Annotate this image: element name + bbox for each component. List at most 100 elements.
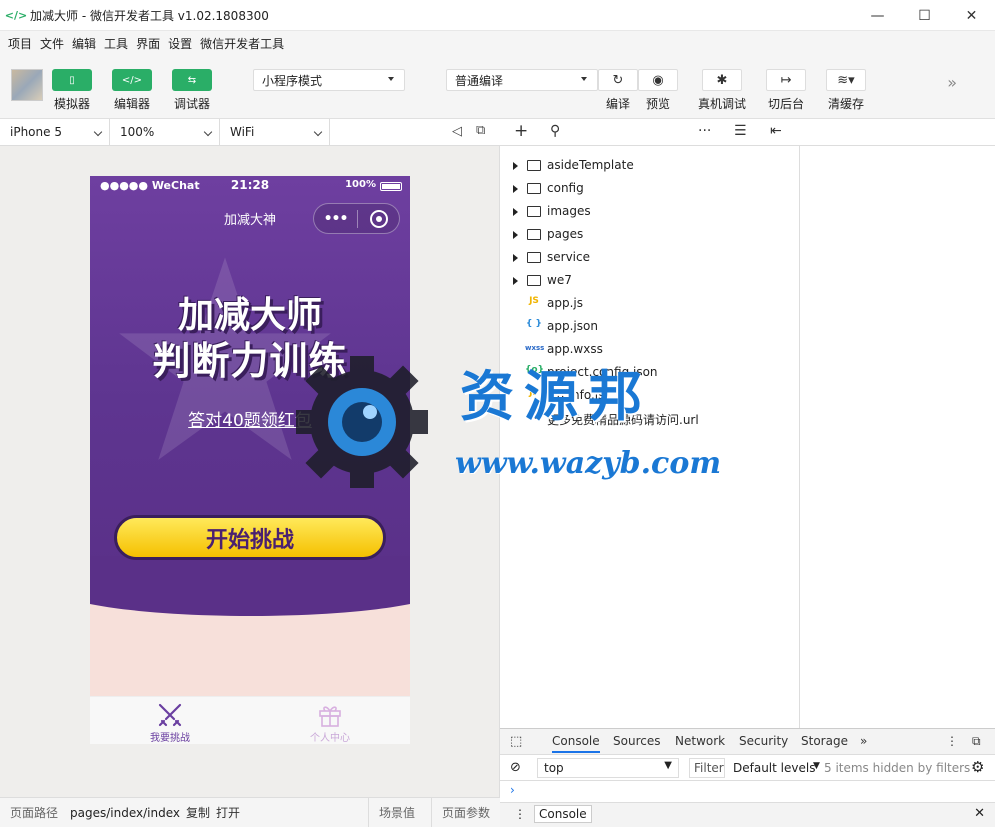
debugger-toggle[interactable]: ⇆ (172, 69, 212, 91)
status-bar: ●●●●● WeChat 21:28 100% (90, 176, 410, 196)
document-file-icon: ▯ (531, 411, 537, 421)
console-prompt-icon[interactable]: › (510, 783, 515, 797)
context-select[interactable]: top ▼ (537, 758, 679, 778)
clear-cache-button[interactable]: ≋▾ (826, 69, 866, 91)
more-icon[interactable]: ··· (698, 123, 711, 139)
search-icon[interactable]: ⚲ (550, 123, 560, 139)
more-tabs-icon[interactable]: » (860, 734, 867, 748)
dock-icon[interactable]: ⧉ (972, 734, 981, 749)
folder-name: service (547, 250, 590, 264)
close-drawer-icon[interactable]: ✕ (974, 806, 985, 821)
menu-tools[interactable]: 工具 (104, 35, 128, 52)
folder-icon (527, 252, 541, 263)
page-params-button[interactable]: 页面参数 (431, 798, 500, 827)
popout-icon[interactable]: ⧉ (476, 123, 485, 138)
preview-button[interactable]: ◉ (638, 69, 678, 91)
background-button[interactable]: ↦ (766, 69, 806, 91)
tab-profile[interactable]: 个人中心 (250, 699, 410, 744)
more-chevron-icon[interactable]: » (947, 73, 957, 92)
speaker-icon[interactable]: ◁ (452, 124, 462, 139)
filter-input[interactable]: Filter (689, 758, 725, 778)
expand-arrow-icon[interactable] (513, 162, 518, 170)
expand-arrow-icon[interactable] (513, 231, 518, 239)
clear-console-icon[interactable]: ⊘ (510, 760, 521, 775)
compile-button[interactable]: ↻ (598, 69, 638, 91)
levels-select[interactable]: Default levels (733, 761, 815, 775)
menu-file[interactable]: 文件 (40, 35, 64, 52)
js-file-icon: JS (529, 296, 539, 306)
close-button[interactable]: ✕ (948, 0, 995, 31)
tree-folder[interactable]: service (500, 247, 800, 269)
remote-debug-label: 真机调试 (697, 97, 746, 111)
tree-folder[interactable]: we7 (500, 270, 800, 292)
tab-bar: 我要挑战 个人中心 (90, 696, 410, 744)
kebab-menu-icon[interactable]: ⋮ (946, 734, 958, 748)
close-circle-icon[interactable] (370, 209, 388, 228)
clear-cache-label: 清缓存 (827, 97, 864, 111)
start-challenge-button[interactable]: 开始挑战 (114, 515, 386, 560)
copy-link[interactable]: 复制 (186, 804, 210, 821)
tab-storage[interactable]: Storage (801, 734, 848, 748)
json-file-icon: { } (526, 319, 542, 329)
mode-select-value: 小程序模式 (262, 73, 323, 88)
editor-toggle[interactable]: </> (112, 69, 152, 91)
file-tree-header: + ⚲ ··· ☰ ⇤ (500, 119, 800, 146)
avatar[interactable] (11, 69, 43, 101)
tree-folder[interactable]: asideTemplate (500, 155, 800, 177)
minimize-button[interactable]: — (854, 0, 901, 31)
compile-mode-select[interactable]: 普通编译 (446, 69, 598, 91)
remote-debug-button[interactable]: ✱ (702, 69, 742, 91)
folder-name: images (547, 204, 591, 218)
device-select[interactable]: iPhone 5 (0, 119, 110, 145)
tree-folder[interactable]: images (500, 201, 800, 223)
drawer-menu-icon[interactable]: ⋮ (514, 807, 526, 821)
menu-settings[interactable]: 设置 (168, 35, 192, 52)
folder-name: we7 (547, 273, 572, 287)
menu-view[interactable]: 界面 (136, 35, 160, 52)
tab-security[interactable]: Security (739, 734, 788, 748)
context-value: top (544, 761, 564, 775)
maximize-button[interactable]: ☐ (901, 0, 948, 31)
open-link[interactable]: 打开 (216, 804, 240, 821)
menu-capsule[interactable]: ••• (313, 203, 400, 234)
simulator-toggle[interactable]: ▯ (52, 69, 92, 91)
tree-folder[interactable]: config (500, 178, 800, 200)
capsule-divider (357, 209, 358, 228)
drawer-console-tab[interactable]: Console (534, 805, 592, 823)
tree-file[interactable]: JS app.js (500, 293, 800, 315)
window-controls: — ☐ ✕ (854, 0, 995, 31)
tree-file[interactable]: ▯ 更多免费精品源码请访问.url (500, 408, 800, 430)
inspect-icon[interactable]: ⬚ (510, 734, 522, 749)
chevron-down-icon (313, 127, 323, 137)
expand-arrow-icon[interactable] (513, 208, 518, 216)
network-select[interactable]: WiFi (220, 119, 330, 145)
collapse-icon[interactable]: ⇤ (770, 123, 782, 139)
caret-down-icon: ▼ (664, 760, 672, 771)
scene-value-button[interactable]: 场景值 (368, 798, 425, 827)
tab-challenge[interactable]: 我要挑战 (90, 699, 250, 744)
expand-arrow-icon[interactable] (513, 277, 518, 285)
menu-project[interactable]: 项目 (8, 35, 32, 52)
menu-edit[interactable]: 编辑 (72, 35, 96, 52)
tab-network[interactable]: Network (675, 734, 725, 748)
tree-file[interactable]: { } app.json (500, 316, 800, 338)
tab-console[interactable]: Console (552, 734, 600, 753)
menu-wechat-devtools[interactable]: 微信开发者工具 (200, 35, 284, 52)
more-dots-icon[interactable]: ••• (314, 211, 357, 227)
tree-file[interactable]: JS siteinfo.js (500, 385, 800, 407)
simulator-area: ●●●●● WeChat 21:28 100% 加减大神 ••• 加减大师 判断… (0, 146, 500, 797)
zoom-select[interactable]: 100% (110, 119, 220, 145)
tab-sources[interactable]: Sources (613, 734, 660, 748)
tree-folder[interactable]: pages (500, 224, 800, 246)
add-icon[interactable]: + (514, 121, 528, 141)
folder-icon (527, 206, 541, 217)
expand-arrow-icon[interactable] (513, 254, 518, 262)
sort-icon[interactable]: ☰ (734, 123, 747, 139)
expand-arrow-icon[interactable] (513, 185, 518, 193)
tree-file[interactable]: wxss app.wxss (500, 339, 800, 361)
page-status-bar: 页面路径 pages/index/index 复制 打开 场景值 页面参数 (0, 797, 500, 827)
red-packet-link[interactable]: 答对40题领红包 (90, 406, 410, 431)
tree-file[interactable]: {o} project.config.json (500, 362, 800, 384)
gear-icon[interactable]: ⚙ (971, 758, 984, 776)
mode-select[interactable]: 小程序模式 (253, 69, 405, 91)
